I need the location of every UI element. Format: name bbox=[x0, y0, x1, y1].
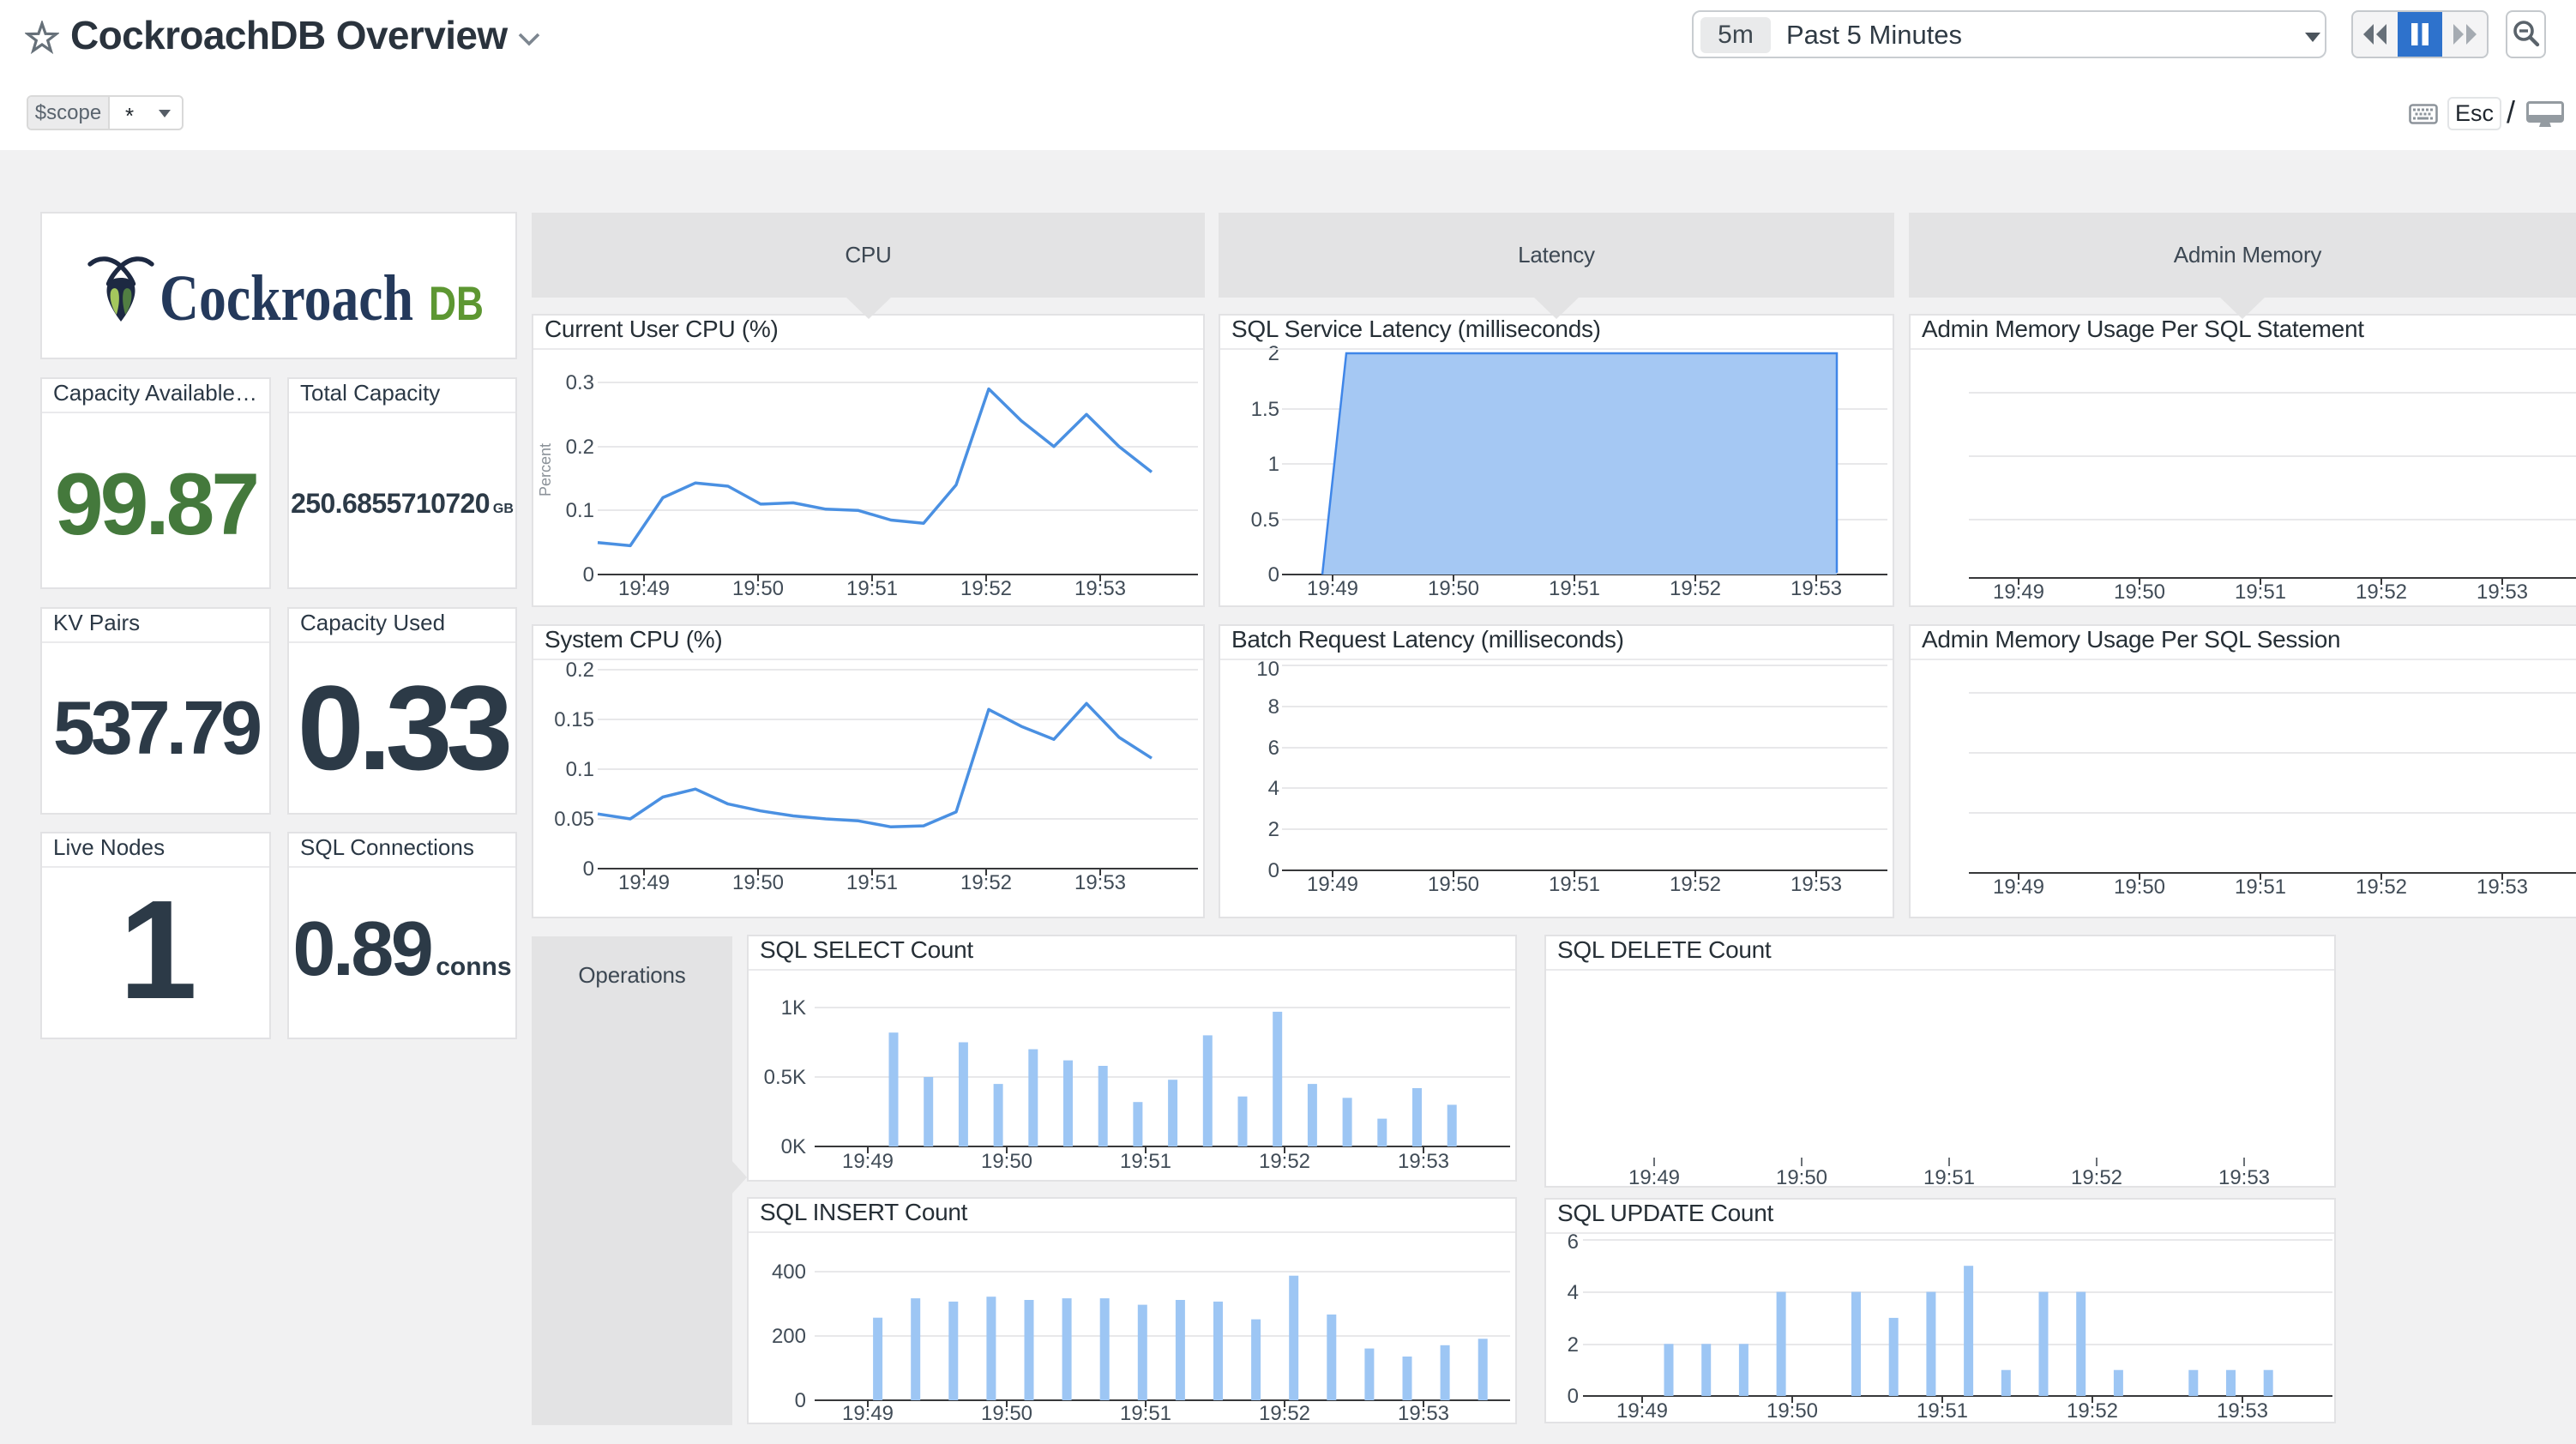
svg-text:6: 6 bbox=[1268, 737, 1279, 760]
svg-text:19:50: 19:50 bbox=[1428, 577, 1479, 600]
svg-text:0: 0 bbox=[1268, 859, 1279, 882]
svg-text:0: 0 bbox=[583, 857, 594, 881]
svg-text:0: 0 bbox=[1568, 1385, 1579, 1408]
svg-text:19:49: 19:49 bbox=[1616, 1399, 1668, 1422]
svg-text:19:50: 19:50 bbox=[981, 1402, 1032, 1423]
svg-text:19:49: 19:49 bbox=[1307, 873, 1358, 896]
svg-text:0.1: 0.1 bbox=[566, 499, 594, 522]
svg-text:19:51: 19:51 bbox=[846, 871, 898, 894]
svg-text:6: 6 bbox=[1568, 1230, 1579, 1254]
svg-text:19:50: 19:50 bbox=[1428, 873, 1479, 896]
svg-text:19:49: 19:49 bbox=[1993, 581, 2044, 604]
svg-text:0.5K: 0.5K bbox=[764, 1066, 806, 1089]
svg-text:Cockroach: Cockroach bbox=[159, 262, 413, 334]
svg-text:400: 400 bbox=[772, 1260, 806, 1284]
svg-text:19:50: 19:50 bbox=[2114, 875, 2165, 899]
svg-text:0.3: 0.3 bbox=[566, 371, 594, 394]
svg-text:2: 2 bbox=[1568, 1333, 1579, 1357]
svg-text:19:53: 19:53 bbox=[1074, 577, 1126, 600]
svg-text:19:49: 19:49 bbox=[1993, 875, 2044, 899]
svg-text:19:53: 19:53 bbox=[1398, 1402, 1449, 1423]
svg-text:19:52: 19:52 bbox=[2356, 581, 2407, 604]
svg-text:10: 10 bbox=[1256, 658, 1279, 681]
svg-text:8: 8 bbox=[1268, 695, 1279, 719]
svg-text:19:49: 19:49 bbox=[1307, 577, 1358, 600]
svg-text:19:50: 19:50 bbox=[1766, 1399, 1818, 1422]
svg-text:19:51: 19:51 bbox=[1917, 1399, 1968, 1422]
svg-text:19:53: 19:53 bbox=[2218, 1166, 2270, 1186]
svg-text:0: 0 bbox=[795, 1389, 806, 1412]
svg-text:19:50: 19:50 bbox=[732, 577, 784, 600]
svg-text:19:53: 19:53 bbox=[1074, 871, 1126, 894]
svg-text:19:53: 19:53 bbox=[1791, 577, 1842, 600]
svg-text:19:51: 19:51 bbox=[2235, 581, 2286, 604]
svg-text:19:51: 19:51 bbox=[1549, 577, 1600, 600]
svg-text:19:52: 19:52 bbox=[960, 871, 1012, 894]
svg-text:19:53: 19:53 bbox=[2477, 581, 2528, 604]
svg-text:19:49: 19:49 bbox=[1628, 1166, 1680, 1186]
svg-text:19:49: 19:49 bbox=[618, 871, 670, 894]
svg-text:0.2: 0.2 bbox=[566, 659, 594, 682]
svg-text:19:51: 19:51 bbox=[846, 577, 898, 600]
svg-text:0.2: 0.2 bbox=[566, 436, 594, 459]
svg-text:0.5: 0.5 bbox=[1251, 508, 1279, 532]
svg-text:19:50: 19:50 bbox=[981, 1150, 1032, 1173]
svg-text:19:52: 19:52 bbox=[960, 577, 1012, 600]
svg-text:200: 200 bbox=[772, 1325, 806, 1348]
svg-text:19:50: 19:50 bbox=[1776, 1166, 1827, 1186]
svg-text:19:52: 19:52 bbox=[2067, 1399, 2118, 1422]
svg-text:19:50: 19:50 bbox=[2114, 581, 2165, 604]
svg-text:0K: 0K bbox=[781, 1135, 806, 1158]
svg-text:19:50: 19:50 bbox=[732, 871, 784, 894]
svg-text:19:53: 19:53 bbox=[1398, 1150, 1449, 1173]
svg-text:19:51: 19:51 bbox=[1549, 873, 1600, 896]
svg-text:1.5: 1.5 bbox=[1251, 398, 1279, 421]
svg-text:19:53: 19:53 bbox=[2217, 1399, 2268, 1422]
svg-text:19:52: 19:52 bbox=[1670, 873, 1721, 896]
svg-text:Percent: Percent bbox=[537, 443, 554, 496]
svg-text:19:49: 19:49 bbox=[842, 1150, 894, 1173]
svg-text:19:52: 19:52 bbox=[2356, 875, 2407, 899]
svg-text:19:52: 19:52 bbox=[1259, 1150, 1310, 1173]
svg-text:4: 4 bbox=[1568, 1281, 1579, 1304]
svg-text:19:49: 19:49 bbox=[618, 577, 670, 600]
svg-text:19:53: 19:53 bbox=[1791, 873, 1842, 896]
svg-text:1: 1 bbox=[1268, 453, 1279, 476]
svg-text:1K: 1K bbox=[781, 996, 806, 1020]
svg-text:19:51: 19:51 bbox=[1120, 1402, 1171, 1423]
svg-text:19:53: 19:53 bbox=[2477, 875, 2528, 899]
svg-text:19:51: 19:51 bbox=[2235, 875, 2286, 899]
svg-text:0.15: 0.15 bbox=[554, 708, 594, 731]
svg-text:0.05: 0.05 bbox=[554, 808, 594, 831]
svg-text:0.1: 0.1 bbox=[566, 758, 594, 781]
svg-text:0: 0 bbox=[1268, 563, 1279, 587]
svg-text:0: 0 bbox=[583, 563, 594, 587]
svg-text:19:52: 19:52 bbox=[2071, 1166, 2122, 1186]
svg-text:19:49: 19:49 bbox=[842, 1402, 894, 1423]
svg-text:19:52: 19:52 bbox=[1670, 577, 1721, 600]
svg-text:2: 2 bbox=[1268, 818, 1279, 841]
svg-text:DB: DB bbox=[429, 276, 484, 330]
svg-text:19:52: 19:52 bbox=[1259, 1402, 1310, 1423]
svg-text:4: 4 bbox=[1268, 777, 1279, 800]
svg-text:19:51: 19:51 bbox=[1923, 1166, 1975, 1186]
svg-text:19:51: 19:51 bbox=[1120, 1150, 1171, 1173]
